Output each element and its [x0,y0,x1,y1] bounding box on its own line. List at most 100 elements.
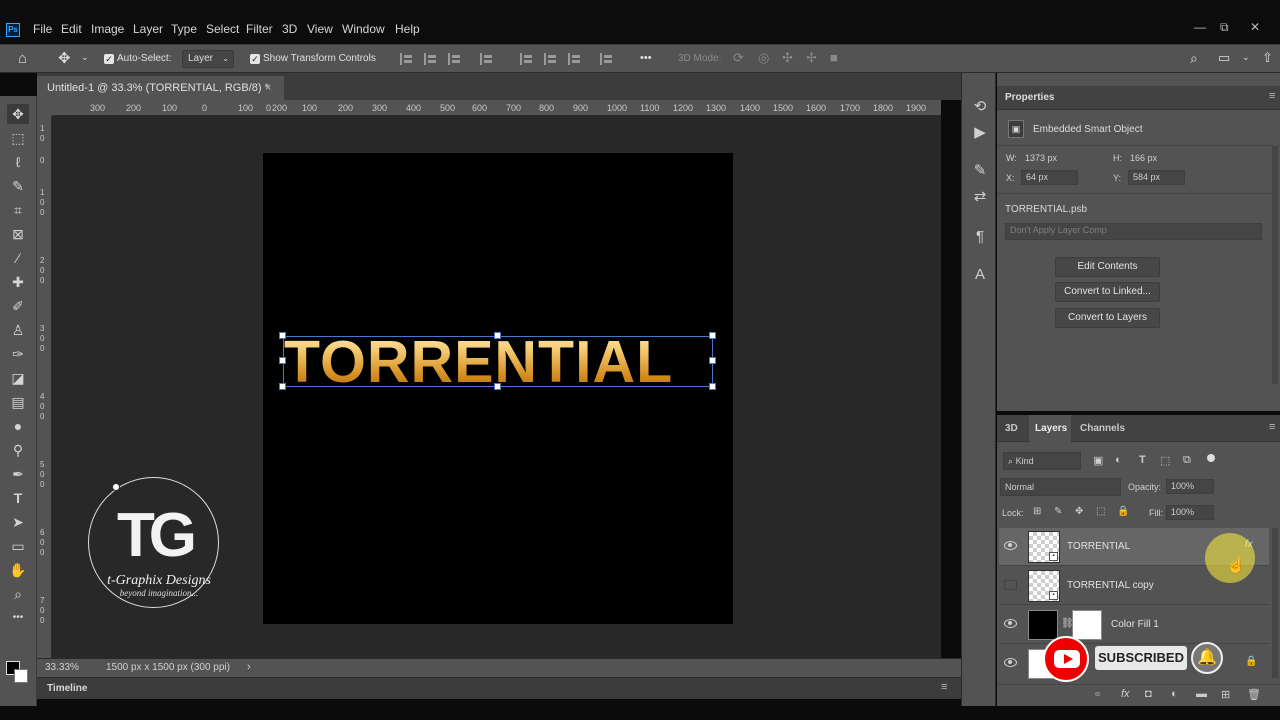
document-tab[interactable]: Untitled-1 @ 33.3% (TORRENTIAL, RGB/8) *… [37,76,284,100]
panel-menu-icon[interactable]: ≡ [1269,421,1275,433]
align-center-icon[interactable] [424,53,438,65]
filter-shape-icon[interactable]: ⬚ [1160,454,1170,467]
frame-tool-icon[interactable]: ⊠ [7,224,29,244]
align-bottom-icon[interactable] [568,53,582,65]
brush-tool-icon[interactable]: ✐ [7,296,29,316]
fill-input[interactable]: 100% [1166,505,1214,520]
3d-scale-icon[interactable]: ■ [830,50,838,65]
horizontal-ruler[interactable]: 300 200 100 0 100 200 0 100 200 300 400 … [52,100,941,116]
layer-name[interactable]: TORRENTIAL [1067,541,1130,552]
adjustments-icon[interactable]: ⇄ [970,187,990,207]
eyedropper-tool-icon[interactable]: ⁄ [7,248,29,268]
add-mask-icon[interactable]: ◘ [1145,688,1152,700]
subscribed-button[interactable]: SUBSCRIBED [1095,646,1187,670]
timeline-tab[interactable]: Timeline [47,683,87,694]
eraser-tool-icon[interactable]: ◪ [7,368,29,388]
filter-type-icon[interactable]: T [1139,454,1146,466]
lock-all-icon[interactable]: 🔒 [1117,506,1129,517]
panel-menu-icon[interactable]: ≡ [941,681,947,693]
clone-stamp-tool-icon[interactable]: ♙ [7,320,29,340]
convert-to-linked-button[interactable]: Convert to Linked... [1055,282,1160,302]
close-tab-icon[interactable]: × [265,76,271,100]
x-input[interactable]: 64 px [1021,170,1078,185]
zoom-tool-icon[interactable]: ⌕ [7,584,29,604]
path-select-tool-icon[interactable]: ➤ [7,512,29,532]
add-style-icon[interactable]: fx [1121,688,1130,700]
new-adjustment-icon[interactable]: ◐ [1171,688,1178,700]
search-icon[interactable]: ⌕ [1190,50,1198,67]
filter-smart-object-icon[interactable]: ⧉ [1183,454,1191,467]
layer-comp-dropdown[interactable]: Don't Apply Layer Comp [1005,223,1262,240]
brushes-icon[interactable]: ✎ [970,161,990,181]
restore-button[interactable]: ⧉ [1220,20,1229,35]
layer-name[interactable]: TORRENTIAL copy [1067,580,1154,591]
align-top-icon[interactable] [520,53,534,65]
minimize-button[interactable]: — [1194,20,1206,34]
visibility-off-box[interactable] [1004,580,1017,590]
new-layer-icon[interactable]: ⊞ [1221,688,1230,701]
quick-select-tool-icon[interactable]: ✎ [7,176,29,196]
align-right-icon[interactable] [448,53,462,65]
pen-tool-icon[interactable]: ✒ [7,464,29,484]
transform-handle[interactable] [709,383,716,390]
transform-handle[interactable] [494,383,501,390]
menu-type[interactable]: Type [171,22,197,36]
panel-menu-icon[interactable]: ≡ [1269,90,1275,102]
auto-select-target-dropdown[interactable]: Layer ⌄ [182,50,234,68]
type-tool-icon[interactable]: T [7,488,29,508]
gradient-tool-icon[interactable]: ▤ [7,392,29,412]
lock-transparency-icon[interactable]: ⊞ [1033,506,1041,517]
transform-handle[interactable] [279,383,286,390]
properties-tab[interactable]: Properties [1005,92,1054,103]
filter-toggle-icon[interactable] [1207,454,1215,462]
visibility-eye-icon[interactable] [1004,541,1017,550]
more-options-button[interactable]: ••• [640,52,652,64]
healing-brush-tool-icon[interactable]: ✚ [7,272,29,292]
background-color-swatch[interactable] [14,669,28,683]
menu-filter[interactable]: Filter [246,22,273,36]
blur-tool-icon[interactable]: ● [7,416,29,436]
link-layers-icon[interactable]: ⚭ [1093,688,1102,701]
y-input[interactable]: 584 px [1128,170,1185,185]
share-icon[interactable]: ⇧ [1262,50,1273,66]
home-icon[interactable]: ⌂ [18,50,27,67]
hand-tool-icon[interactable]: ✋ [7,560,29,580]
3d-slide-icon[interactable]: ✢ [806,50,817,66]
menu-help[interactable]: Help [395,22,420,36]
chevron-right-icon[interactable]: › [247,661,251,673]
vertical-ruler[interactable]: 1 0 0 1 0 0 2 0 0 3 0 0 4 0 0 5 0 0 6 0 … [37,116,52,658]
character-icon[interactable]: A [970,265,990,285]
menu-image[interactable]: Image [91,22,124,36]
3d-roll-icon[interactable]: ◎ [758,50,769,66]
transform-handle[interactable] [494,332,501,339]
dodge-tool-icon[interactable]: ⚲ [7,440,29,460]
lasso-tool-icon[interactable]: ℓ [7,152,29,172]
close-window-button[interactable]: ✕ [1250,20,1260,34]
notification-bell-icon[interactable]: 🔔 [1191,642,1223,674]
transform-handle[interactable] [279,357,286,364]
menu-select[interactable]: Select [206,22,239,36]
history-icon[interactable]: ⟲ [970,97,990,117]
filter-pixel-icon[interactable]: ▣ [1093,454,1103,467]
convert-to-layers-button[interactable]: Convert to Layers [1055,308,1160,328]
tab-layers-active[interactable]: Layers [1029,415,1071,442]
lock-pixels-icon[interactable]: ✎ [1054,506,1062,517]
align-left-icon[interactable] [400,53,414,65]
filter-adjustment-icon[interactable]: ◐ [1115,454,1122,466]
filter-kind-dropdown[interactable]: ⌕ Kind [1003,452,1081,470]
visibility-eye-icon[interactable] [1004,658,1017,667]
rectangle-tool-icon[interactable]: ▭ [7,536,29,556]
tool-preset-chevron-icon[interactable]: ⌄ [81,52,89,63]
width-value[interactable]: 1373 px [1025,153,1057,163]
menu-3d[interactable]: 3D [282,22,297,36]
properties-scrollbar[interactable] [1272,146,1278,384]
zoom-level[interactable]: 33.33% [45,662,79,673]
move-tool-icon[interactable]: ✥ [7,104,29,124]
menu-file[interactable]: File [33,22,52,36]
menu-layer[interactable]: Layer [133,22,163,36]
subscribe-overlay[interactable]: SUBSCRIBED 🔔 [1043,636,1227,682]
transform-handle[interactable] [709,332,716,339]
history-brush-tool-icon[interactable]: ✑ [7,344,29,364]
menu-view[interactable]: View [307,22,333,36]
new-group-icon[interactable]: ▬ [1196,688,1207,700]
